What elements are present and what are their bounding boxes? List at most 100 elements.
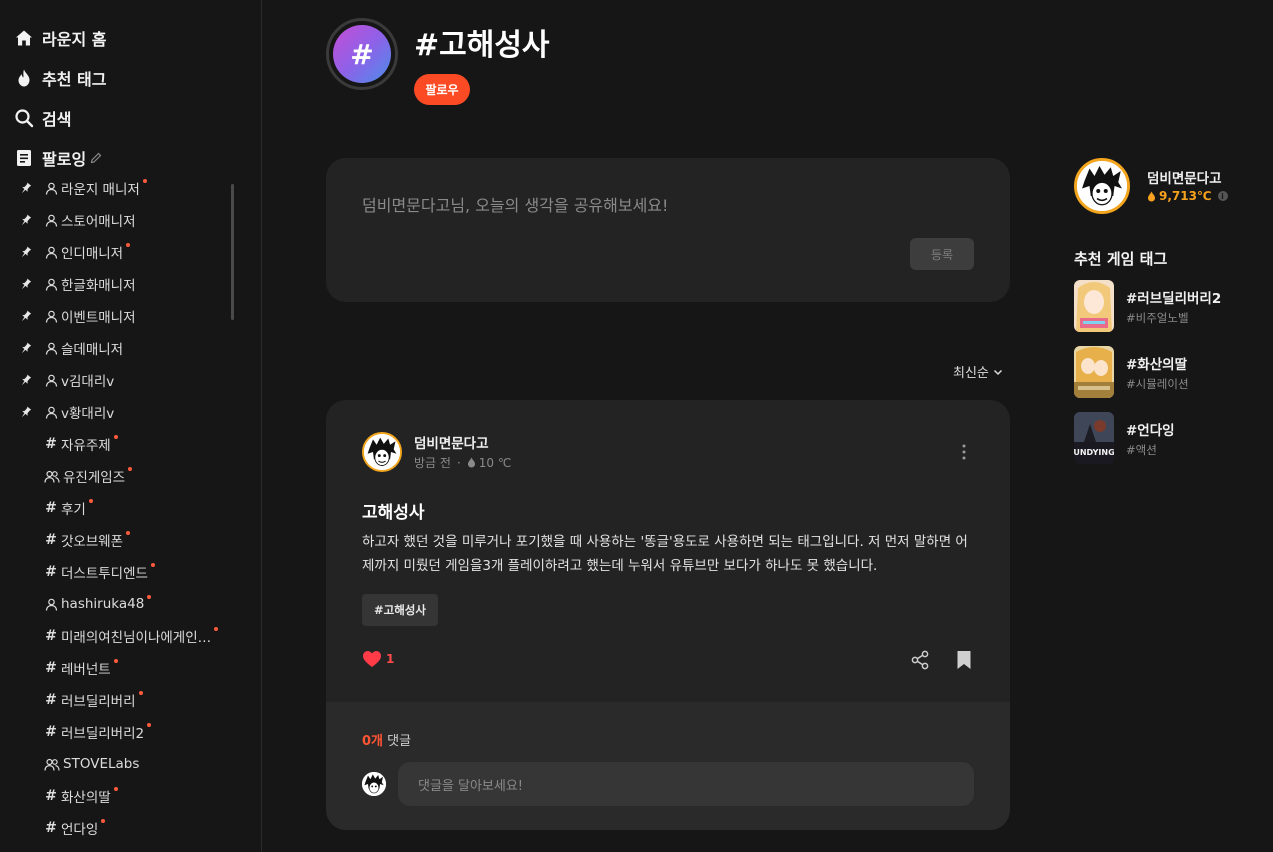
heart-icon (363, 651, 381, 667)
comment-input[interactable]: 댓글을 달아보세요! (398, 762, 974, 806)
pin-icon[interactable] (16, 213, 34, 227)
following-item-label: 라운지 매니저 (61, 182, 140, 198)
document-icon (17, 150, 31, 166)
following-item[interactable]: 이벤트매니저 (16, 300, 236, 332)
new-indicator-dot (147, 723, 152, 727)
post-author[interactable]: 덤비면문다고 (414, 432, 489, 452)
following-item-label: 갓오브웨폰 (61, 534, 124, 550)
following-item-label: 스토어매니저 (61, 214, 136, 230)
users-icon (44, 757, 60, 771)
undying-thumbnail-icon: UNDYING (1074, 412, 1114, 464)
temperature-drop-icon (467, 457, 475, 468)
user-icon (44, 213, 58, 227)
author-avatar[interactable] (362, 432, 402, 472)
following-item[interactable]: # 후기 (16, 492, 236, 524)
profile-temperature-value: 9,713℃ (1159, 189, 1212, 203)
hash-icon: # (45, 724, 57, 740)
following-item[interactable]: # 러브딜리버리2 (16, 716, 236, 748)
post-composer[interactable]: 덤비면문다고님, 오늘의 생각을 공유해보세요! 등록 (326, 158, 1010, 302)
info-icon[interactable]: i (1217, 191, 1228, 201)
following-item[interactable]: 한글화매니저 (16, 268, 236, 300)
following-item-label: 러브딜리버리 (61, 694, 136, 710)
bookmark-icon[interactable] (956, 650, 972, 670)
undying-logo-text: UNDYING (1074, 448, 1114, 457)
following-item[interactable]: # 자유주제 (16, 428, 236, 460)
game-tag-item[interactable]: #화산의딸 #시뮬레이션 (1074, 346, 1254, 398)
hash-icon: # (45, 692, 57, 708)
following-item[interactable]: 인디매니저 (16, 236, 236, 268)
hash-icon: # (45, 788, 57, 804)
following-item[interactable]: v김대리v (16, 364, 236, 396)
following-item-label: 미래의여친님이나에게인… (61, 630, 212, 646)
nav-search[interactable]: 검색 (14, 98, 106, 138)
game-tag-name: #러브딜리버리2 (1126, 291, 1222, 307)
following-item[interactable]: # 화산의딸 (16, 780, 236, 812)
game-tag-item[interactable]: UNDYING #언다잉 #액션 (1074, 412, 1254, 464)
post-tag-chip[interactable]: #고해성사 (362, 594, 438, 626)
sidebar: 라운지 홈 추천 태그 검색 팔로잉 라운지 매니저스토어매니저인디매니저한글화… (0, 0, 262, 852)
comment-count-label: 댓글 (387, 734, 412, 749)
nav-following-label: 팔로잉 (42, 150, 87, 169)
following-item[interactable]: hashiruka48 (16, 588, 236, 620)
search-icon (15, 109, 34, 128)
following-item[interactable]: # 언다잉 (16, 812, 236, 844)
like-button[interactable]: 1 (362, 650, 394, 668)
following-item[interactable]: # 미래의여친님이나에게인… (16, 620, 236, 652)
more-options-button[interactable] (954, 440, 974, 464)
pin-icon[interactable] (16, 341, 34, 355)
profile-avatar[interactable] (1074, 158, 1130, 214)
kebab-menu-icon (962, 444, 966, 460)
following-item[interactable]: 스토어매니저 (16, 204, 236, 236)
following-item[interactable]: # 더스트투디엔드 (16, 556, 236, 588)
hash-icon: # (45, 820, 57, 836)
home-icon (16, 30, 32, 46)
share-icon[interactable] (910, 650, 930, 670)
composer-input[interactable]: 덤비면문다고님, 오늘의 생각을 공유해보세요! (362, 192, 668, 216)
new-indicator-dot (126, 531, 131, 535)
following-item-label: 인디매니저 (61, 246, 124, 262)
hash-icon: # (45, 436, 57, 452)
nav-recommended-tags[interactable]: 추천 태그 (14, 58, 106, 98)
pencil-icon[interactable] (90, 152, 102, 164)
game-tag-name: #언다잉 (1126, 423, 1175, 439)
following-item[interactable]: # 갓오브웨폰 (16, 524, 236, 556)
nav-lounge-home-label: 라운지 홈 (42, 30, 107, 49)
nav-lounge-home[interactable]: 라운지 홈 (14, 18, 106, 58)
sort-dropdown[interactable]: 최신순 (953, 362, 1003, 381)
following-item-label: 한글화매니저 (61, 278, 136, 294)
new-indicator-dot (113, 659, 118, 663)
hash-icon: # (45, 532, 57, 548)
pin-icon[interactable] (16, 405, 34, 419)
pin-icon[interactable] (16, 309, 34, 323)
following-item-label: 유진게임즈 (63, 470, 126, 486)
game-thumbnail: UNDYING (1074, 412, 1114, 464)
following-item[interactable]: 유진게임즈 (16, 460, 236, 492)
follow-button[interactable]: 팔로우 (414, 74, 470, 105)
game-thumbnail (1074, 280, 1114, 332)
submit-button[interactable]: 등록 (910, 238, 974, 270)
pin-icon[interactable] (16, 245, 34, 259)
following-item[interactable]: 슬데매니저 (16, 332, 236, 364)
post-time: 방금 전 (414, 456, 451, 470)
sidebar-scrollbar[interactable] (231, 184, 234, 320)
tag-avatar: # (326, 18, 398, 90)
following-item[interactable]: # 레버넌트 (16, 652, 236, 684)
pin-icon[interactable] (16, 181, 34, 195)
comment-count: 0개 댓글 (362, 730, 411, 749)
pin-icon[interactable] (16, 373, 34, 387)
user-icon (44, 373, 58, 387)
new-indicator-dot (150, 563, 155, 567)
new-indicator-dot (126, 243, 131, 247)
game-tag-category: #시뮬레이션 (1126, 377, 1189, 391)
following-item[interactable]: v황대리v (16, 396, 236, 428)
following-item[interactable]: # 러브딜리버리 (16, 684, 236, 716)
following-item[interactable]: 라운지 매니저 (16, 172, 236, 204)
user-icon (44, 341, 58, 355)
new-indicator-dot (88, 499, 93, 503)
game-tag-item[interactable]: #러브딜리버리2 #비주얼노벨 (1074, 280, 1254, 332)
following-item[interactable]: STOVELabs (16, 748, 236, 780)
following-item-label: v황대리v (61, 406, 115, 422)
manga-face-icon (362, 772, 386, 796)
profile-name[interactable]: 덤비면문다고 (1147, 167, 1222, 187)
pin-icon[interactable] (16, 277, 34, 291)
